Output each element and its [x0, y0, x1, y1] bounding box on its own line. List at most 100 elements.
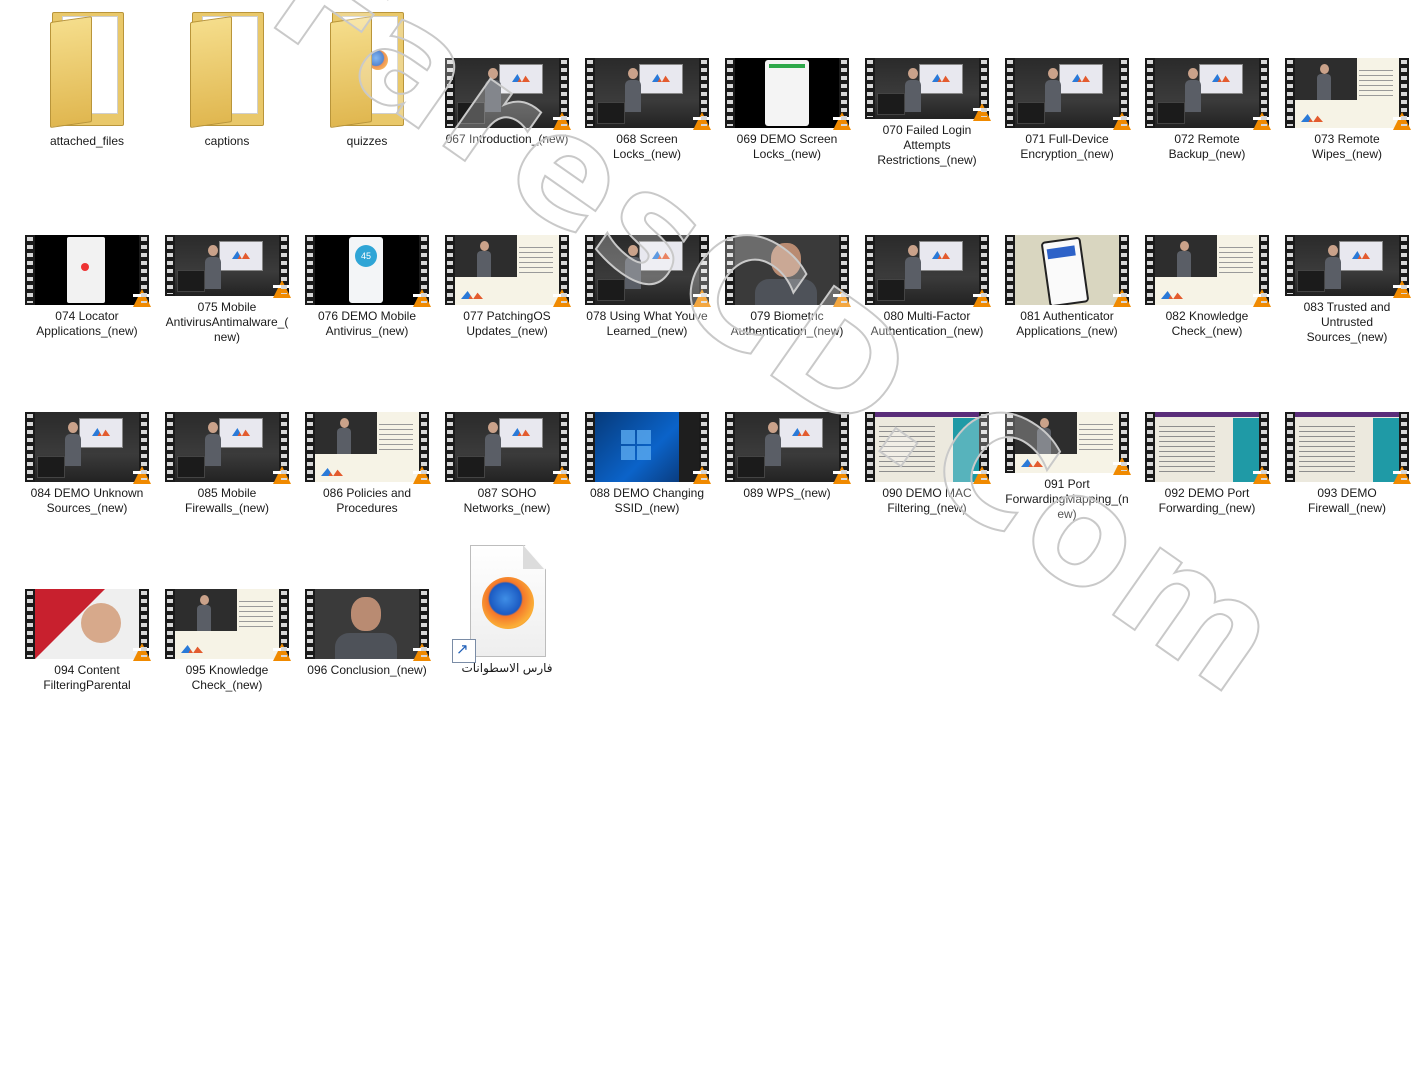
video-file-item[interactable]: 067 Introduction_(new) — [442, 0, 572, 168]
video-file-item[interactable]: 092 DEMO Port Forwarding_(new) — [1142, 354, 1272, 522]
video-file-item[interactable]: 45 076 DEMO Mobile Antivirus_(new) — [302, 177, 432, 345]
presenter-head — [768, 422, 778, 433]
folder-front — [50, 16, 92, 128]
video-file-item[interactable]: 095 Knowledge Check_(new) — [162, 531, 292, 699]
video-file-item[interactable]: 072 Remote Backup_(new) — [1142, 0, 1272, 168]
item-label: 088 DEMO Changing SSID_(new) — [589, 486, 705, 515]
item-label: 084 DEMO Unknown Sources_(new) — [30, 486, 144, 515]
video-frame — [35, 235, 139, 305]
video-file-item[interactable]: 078 Using What Youve Learned_(new) — [582, 177, 712, 345]
vlc-icon — [1253, 289, 1271, 307]
video-thumbnail — [445, 235, 571, 307]
item-label: 072 Remote Backup_(new) — [1168, 132, 1246, 161]
video-frame — [1155, 58, 1259, 128]
presenter-head — [488, 68, 498, 79]
video-file-item[interactable]: 087 SOHO Networks_(new) — [442, 354, 572, 522]
studio-shelf — [177, 456, 205, 478]
video-file-item[interactable]: 073 Remote Wipes_(new) — [1282, 0, 1412, 168]
vlc-icon — [1393, 466, 1411, 484]
video-file-item[interactable]: 070 Failed Login Attempts Restrictions_(… — [862, 0, 992, 168]
studio-shelf — [1297, 270, 1325, 292]
video-thumbnail — [25, 589, 151, 661]
item-label: 067 Introduction_(new) — [445, 132, 569, 146]
video-file-item[interactable]: 090 DEMO MAC Filtering_(new) — [862, 354, 992, 522]
video-file-item[interactable]: 083 Trusted and Untrusted Sources_(new) — [1282, 177, 1412, 345]
studio-shelf — [457, 102, 485, 124]
item-label: فارس الاسطوانات — [461, 661, 553, 675]
video-thumbnail — [1005, 412, 1131, 475]
slide-video — [175, 589, 237, 631]
video-file-item[interactable]: 081 Authenticator Applications_(new) — [1002, 177, 1132, 345]
video-thumbnail — [1285, 235, 1411, 298]
presenter-body — [1325, 257, 1341, 289]
studio-screen — [919, 64, 963, 94]
item-label: 086 Policies and Procedures — [322, 486, 412, 515]
vlc-icon — [553, 112, 571, 130]
presenter-body — [1037, 428, 1051, 454]
video-frame — [1295, 235, 1399, 296]
video-frame — [875, 58, 979, 119]
video-file-item[interactable]: 089 WPS_(new) — [722, 354, 852, 522]
video-file-item[interactable]: 071 Full-Device Encryption_(new) — [1002, 0, 1132, 168]
video-file-item[interactable]: 093 DEMO Firewall_(new) — [1282, 354, 1412, 522]
video-file-item[interactable]: 085 Mobile Firewalls_(new) — [162, 354, 292, 522]
web-topbar — [1155, 412, 1259, 417]
folder-item[interactable]: captions — [162, 2, 292, 170]
video-frame — [35, 412, 139, 482]
studio-screen — [219, 241, 263, 271]
presenter-body — [625, 80, 641, 112]
shortcut-item[interactable]: فارس الاسطوانات — [442, 541, 572, 709]
video-frame: 45 — [315, 235, 419, 305]
video-frame — [595, 412, 699, 482]
studio-screen — [1199, 64, 1243, 94]
video-frame — [1155, 235, 1259, 305]
video-file-item[interactable]: 079 Biometric Authentication_(new) — [722, 177, 852, 345]
presenter-head — [771, 243, 801, 277]
video-thumbnail — [1005, 235, 1131, 307]
studio-screen — [779, 418, 823, 448]
item-label: quizzes — [346, 134, 388, 148]
firefox-shortcut-icon — [452, 545, 550, 663]
item-label: 096 Conclusion_(new) — [307, 663, 427, 677]
video-thumbnail — [865, 412, 991, 484]
video-frame — [735, 235, 839, 305]
presenter — [477, 241, 491, 277]
slide-video — [1015, 412, 1077, 454]
video-frame — [175, 589, 279, 659]
video-file-item[interactable]: 094 Content FilteringParental — [22, 531, 152, 699]
video-file-item[interactable]: 075 Mobile AntivirusAntimalware_(new) — [162, 177, 292, 345]
vlc-icon — [413, 643, 431, 661]
video-file-item[interactable]: 077 PatchingOS Updates_(new) — [442, 177, 572, 345]
video-file-item[interactable]: 086 Policies and Procedures — [302, 354, 432, 522]
video-file-item[interactable]: 096 Conclusion_(new) — [302, 531, 432, 699]
video-frame — [735, 58, 839, 128]
studio-shelf — [177, 270, 205, 292]
vlc-icon — [553, 289, 571, 307]
video-file-item[interactable]: 074 Locator Applications_(new) — [22, 177, 152, 345]
video-file-item[interactable]: 069 DEMO Screen Locks_(new) — [722, 0, 852, 168]
studio-shelf — [1157, 102, 1185, 124]
video-thumbnail — [1005, 58, 1131, 130]
studio-shelf — [877, 279, 905, 301]
slide-logo — [1021, 459, 1043, 467]
presenter-head — [208, 245, 218, 256]
slide-logo — [321, 468, 343, 476]
web-rows — [1299, 422, 1355, 474]
slide-video — [1295, 58, 1357, 100]
video-thumbnail — [725, 235, 851, 307]
video-file-item[interactable]: 084 DEMO Unknown Sources_(new) — [22, 354, 152, 522]
video-file-item[interactable]: 088 DEMO Changing SSID_(new) — [582, 354, 712, 522]
item-label: 091 Port ForwardingMapping_(new) — [1005, 477, 1129, 521]
vlc-icon — [1253, 466, 1271, 484]
video-file-item[interactable]: 091 Port ForwardingMapping_(new) — [1002, 354, 1132, 522]
video-file-item[interactable]: 082 Knowledge Check_(new) — [1142, 177, 1272, 345]
item-label: 082 Knowledge Check_(new) — [1165, 309, 1249, 338]
video-file-item[interactable]: 068 Screen Locks_(new) — [582, 0, 712, 168]
video-thumbnail — [165, 412, 291, 484]
studio-shelf — [457, 456, 485, 478]
vlc-icon — [133, 289, 151, 307]
video-file-item[interactable]: 080 Multi-Factor Authentication_(new) — [862, 177, 992, 345]
folder-item[interactable]: attached_files — [22, 2, 152, 170]
video-thumbnail — [1145, 58, 1271, 130]
folder-item[interactable]: quizzes — [302, 2, 432, 170]
